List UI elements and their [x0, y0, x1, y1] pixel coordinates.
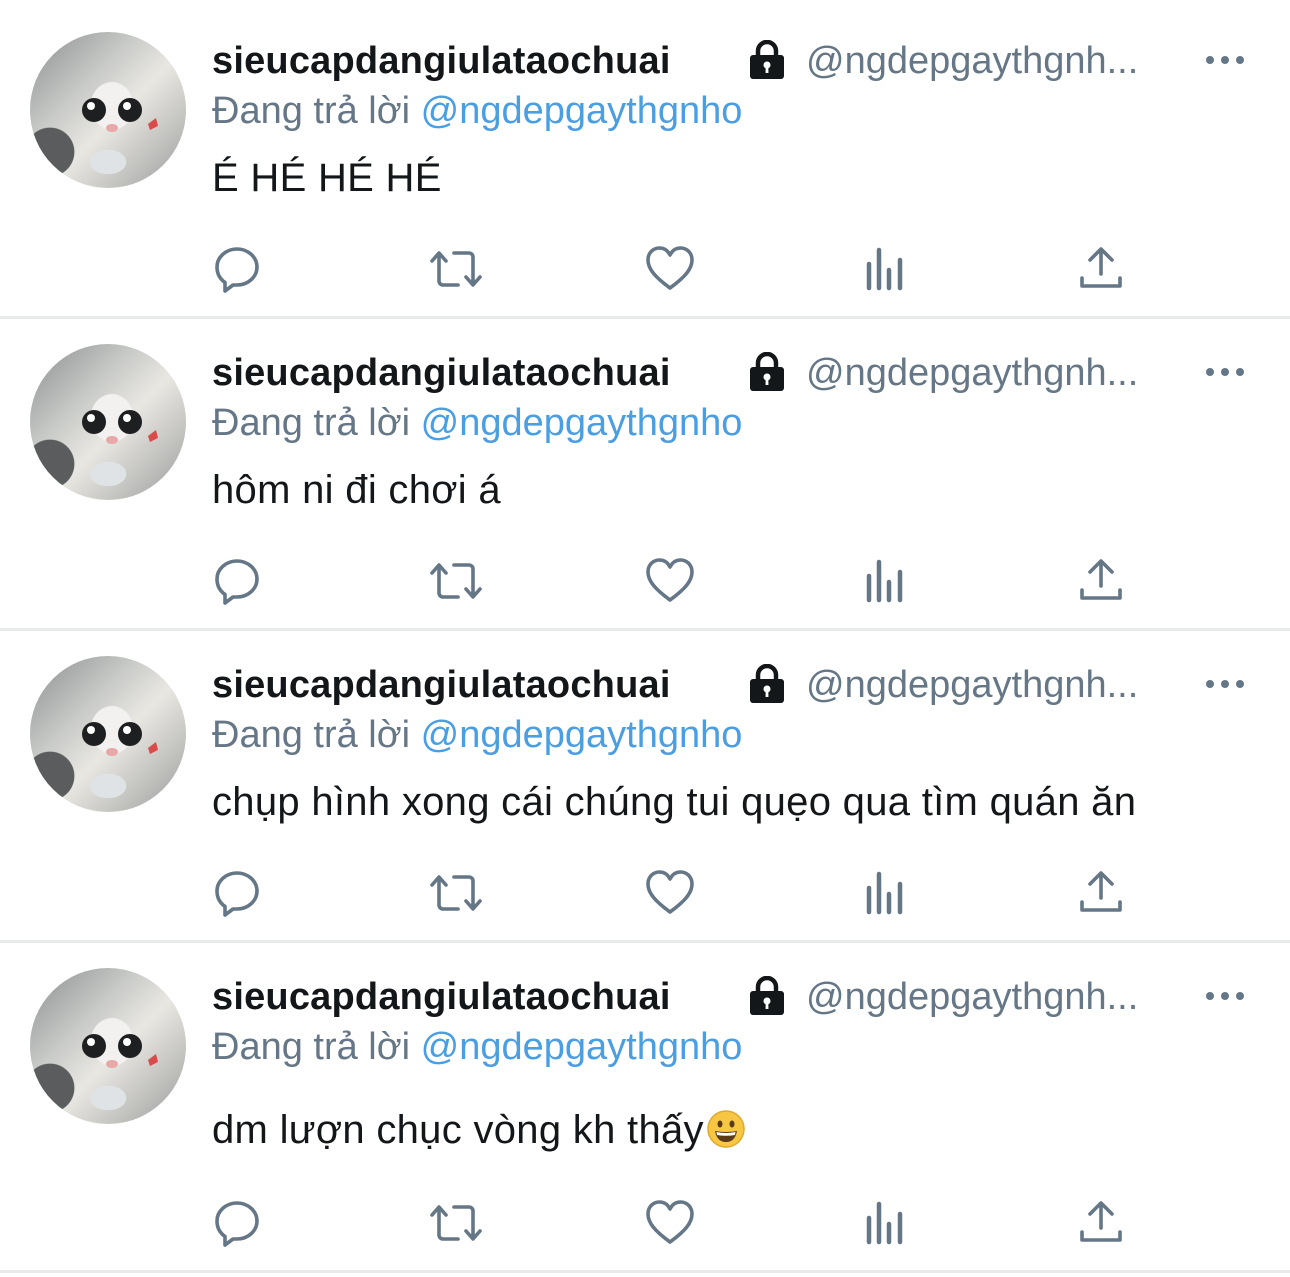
share-icon [1080, 871, 1122, 912]
display-name[interactable]: sieucapdangiulataochuai [212, 976, 671, 1019]
tweet-text: dm lượn chục vòng kh thấy [212, 1108, 704, 1152]
retweet-icon [430, 875, 482, 911]
retweet-icon [430, 251, 482, 287]
more-options-icon[interactable] [1206, 52, 1246, 68]
reply-icon [215, 247, 259, 293]
mention-link[interactable]: @ngdepgaythgnho [421, 714, 743, 756]
lock-icon [750, 40, 784, 79]
share-button[interactable] [1076, 556, 1126, 606]
analytics-icon [866, 871, 903, 915]
share-icon [1080, 559, 1122, 600]
analytics-icon [866, 1201, 903, 1245]
like-icon [646, 558, 694, 602]
replying-to-label: Đang trả lời [212, 1026, 411, 1068]
share-icon [1080, 247, 1122, 288]
divider [0, 1270, 1290, 1273]
retweet-button[interactable] [428, 556, 482, 606]
tweet-text: É HÉ HÉ HÉ [212, 156, 442, 200]
replying-to-label: Đang trả lời [212, 90, 411, 132]
reply-icon [215, 1201, 259, 1247]
lock-icon [750, 976, 784, 1015]
replying-to-line: Đang trả lời @ngdepgaythgnho [212, 1026, 742, 1069]
avatar[interactable] [30, 344, 186, 500]
username-handle[interactable]: @ngdepgaythgnh... [806, 976, 1190, 1019]
username-handle[interactable]: @ngdepgaythgnh... [806, 664, 1190, 707]
avatar[interactable] [30, 656, 186, 812]
replying-to-label: Đang trả lời [212, 402, 411, 444]
tweet-text-container: dm lượn chục vòng kh thấy [212, 1108, 746, 1153]
like-icon [646, 1200, 694, 1244]
analytics-button[interactable] [862, 1198, 912, 1248]
tweet[interactable]: sieucapdangiulataochuai @ngdepgaythgnh..… [0, 936, 1290, 1248]
display-name[interactable]: sieucapdangiulataochuai [212, 352, 671, 395]
lock-icon [750, 352, 784, 391]
analytics-button[interactable] [862, 556, 912, 606]
share-button[interactable] [1076, 1198, 1126, 1248]
share-icon [1080, 1201, 1122, 1242]
like-button[interactable] [645, 1198, 695, 1248]
like-button[interactable] [645, 868, 695, 918]
tweet-feed: sieucapdangiulataochuai @ngdepgaythgnh..… [0, 0, 1290, 1277]
tweet-text: chụp hình xong cái chúng tui quẹo qua tì… [212, 780, 1137, 824]
retweet-button[interactable] [428, 868, 482, 918]
tweet[interactable]: sieucapdangiulataochuai @ngdepgaythgnh..… [0, 0, 1290, 312]
username-handle[interactable]: @ngdepgaythgnh... [806, 40, 1190, 83]
tweet[interactable]: sieucapdangiulataochuai @ngdepgaythgnh..… [0, 312, 1290, 624]
analytics-button[interactable] [862, 868, 912, 918]
analytics-icon [866, 247, 903, 291]
analytics-button[interactable] [862, 244, 912, 294]
mention-link[interactable]: @ngdepgaythgnho [421, 90, 743, 132]
retweet-icon [430, 563, 482, 599]
share-button[interactable] [1076, 244, 1126, 294]
replying-to-label: Đang trả lời [212, 714, 411, 756]
analytics-icon [866, 559, 903, 603]
like-icon [646, 246, 694, 290]
avatar[interactable] [30, 968, 186, 1124]
reply-button[interactable] [212, 556, 262, 606]
avatar[interactable] [30, 32, 186, 188]
reply-icon [215, 559, 259, 605]
display-name[interactable]: sieucapdangiulataochuai [212, 40, 671, 83]
retweet-icon [430, 1205, 482, 1241]
tweet-text: hôm ni đi chơi á [212, 468, 501, 512]
reply-button[interactable] [212, 1198, 262, 1248]
like-button[interactable] [645, 244, 695, 294]
display-name[interactable]: sieucapdangiulataochuai [212, 664, 671, 707]
replying-to-line: Đang trả lời @ngdepgaythgnho [212, 714, 742, 757]
mention-link[interactable]: @ngdepgaythgnho [421, 402, 743, 444]
share-button[interactable] [1076, 868, 1126, 918]
username-handle[interactable]: @ngdepgaythgnh... [806, 352, 1190, 395]
replying-to-line: Đang trả lời @ngdepgaythgnho [212, 402, 742, 445]
like-icon [646, 870, 694, 914]
reply-button[interactable] [212, 244, 262, 294]
retweet-button[interactable] [428, 1198, 482, 1248]
lock-icon [750, 664, 784, 703]
reply-icon [215, 871, 259, 917]
replying-to-line: Đang trả lời @ngdepgaythgnho [212, 90, 742, 133]
reply-button[interactable] [212, 868, 262, 918]
more-options-icon[interactable] [1206, 676, 1246, 692]
tweet[interactable]: sieucapdangiulataochuai @ngdepgaythgnh..… [0, 624, 1290, 936]
like-button[interactable] [645, 556, 695, 606]
more-options-icon[interactable] [1206, 364, 1246, 380]
grinning-face-icon [707, 1110, 745, 1148]
retweet-button[interactable] [428, 244, 482, 294]
mention-link[interactable]: @ngdepgaythgnho [421, 1026, 743, 1068]
more-options-icon[interactable] [1206, 988, 1246, 1004]
